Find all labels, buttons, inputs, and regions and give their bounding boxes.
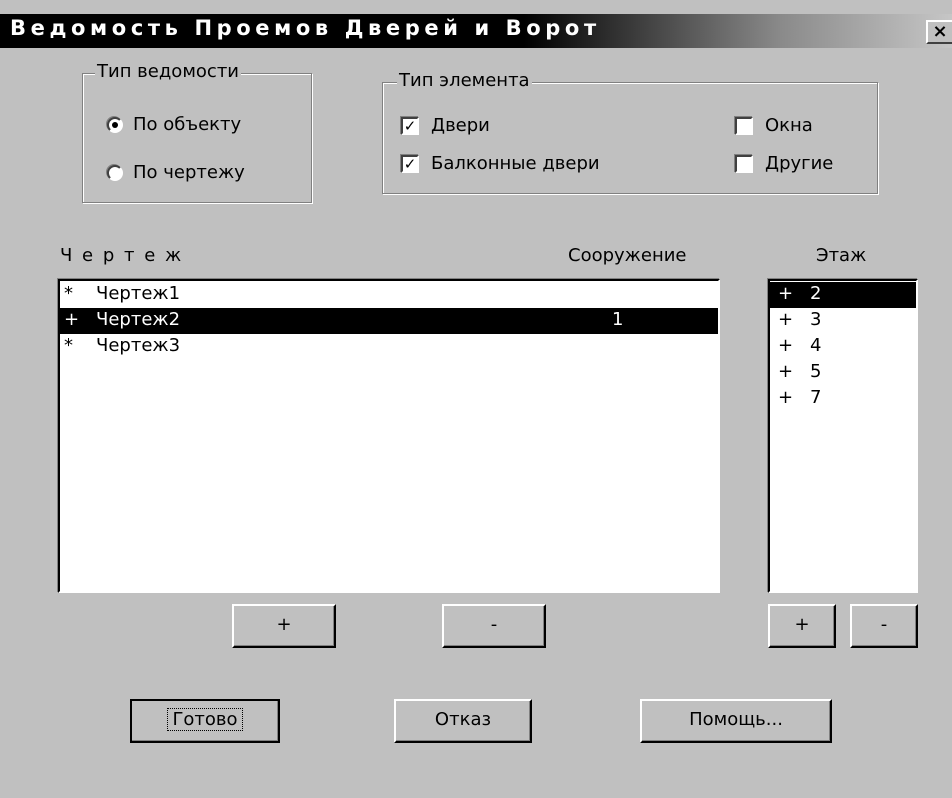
checkbox-unchecked-icon [735,116,753,135]
floor-number: 3 [810,309,822,330]
building-column-header: Сооружение [568,245,687,266]
drawing-name: Чертеж1 [96,283,181,304]
report-type-group: Тип ведомости По объекту По чертежу [82,61,312,203]
list-item-selected[interactable]: + Чертеж2 1 [60,308,718,334]
list-item[interactable]: + 7 [770,386,916,412]
radio-icon [107,164,123,181]
title-bar: Ведомость Проемов Дверей и Ворот × [0,14,952,48]
checkbox-doors[interactable]: ✓ Двери [401,115,490,136]
close-button[interactable]: × [926,20,952,44]
row-mark: * [64,335,73,356]
row-mark: * [64,283,73,304]
row-mark: + [778,387,794,408]
list-item[interactable]: + 5 [770,360,916,386]
list-item[interactable]: * Чертеж1 [60,282,718,308]
checkbox-balcony-doors[interactable]: ✓ Балконные двери [401,153,600,174]
checkbox-checked-icon: ✓ [401,116,419,135]
list-item[interactable]: * Чертеж3 [60,334,718,360]
row-mark: + [778,361,794,382]
drawing-list[interactable]: * Чертеж1 + Чертеж2 1 * Чертеж3 [58,279,720,593]
row-mark: + [778,309,794,330]
element-type-group: Тип элемента ✓ Двери Окна ✓ Балконные дв… [382,70,878,194]
report-type-group-label: Тип ведомости [95,61,241,82]
checkbox-doors-label: Двери [431,115,490,136]
add-drawing-button[interactable]: + [232,604,336,648]
radio-by-drawing[interactable]: По чертежу [107,162,245,183]
building-value: 1 [612,309,624,330]
floor-number: 2 [810,283,822,304]
row-mark: + [778,283,794,304]
list-item-selected[interactable]: + 2 [770,282,916,308]
checkbox-unchecked-icon [735,154,753,173]
cancel-button[interactable]: Отказ [394,699,532,743]
checkbox-windows-label: Окна [765,115,813,136]
drawing-column-header: Ч е р т е ж [60,245,184,266]
remove-floor-button[interactable]: - [850,604,918,648]
checkbox-windows[interactable]: Окна [735,115,813,136]
help-button[interactable]: Помощь... [640,699,832,743]
close-icon: × [932,21,948,42]
floor-number: 7 [810,387,822,408]
drawing-name: Чертеж3 [96,335,181,356]
floor-number: 5 [810,361,822,382]
checkbox-other[interactable]: Другие [735,153,833,174]
list-item[interactable]: + 4 [770,334,916,360]
drawing-name: Чертеж2 [96,309,181,330]
radio-by-object-label: По объекту [133,114,242,135]
window-title: Ведомость Проемов Дверей и Ворот [10,16,601,40]
row-mark: + [778,335,794,356]
radio-icon [107,116,123,133]
floor-list[interactable]: + 2 + 3 + 4 + 5 + 7 [768,279,918,593]
ok-button-label: Готово [167,708,243,731]
radio-by-drawing-label: По чертежу [133,162,245,183]
add-floor-button[interactable]: + [768,604,836,648]
checkbox-checked-icon: ✓ [401,154,419,173]
floor-column-header: Этаж [816,245,867,266]
checkbox-other-label: Другие [765,153,834,174]
floor-number: 4 [810,335,822,356]
remove-drawing-button[interactable]: - [442,604,546,648]
list-item[interactable]: + 3 [770,308,916,334]
checkbox-balcony-doors-label: Балконные двери [431,153,600,174]
element-type-group-label: Тип элемента [397,70,532,91]
ok-button[interactable]: Готово [130,699,280,743]
radio-by-object[interactable]: По объекту [107,114,241,135]
row-mark: + [64,309,80,330]
